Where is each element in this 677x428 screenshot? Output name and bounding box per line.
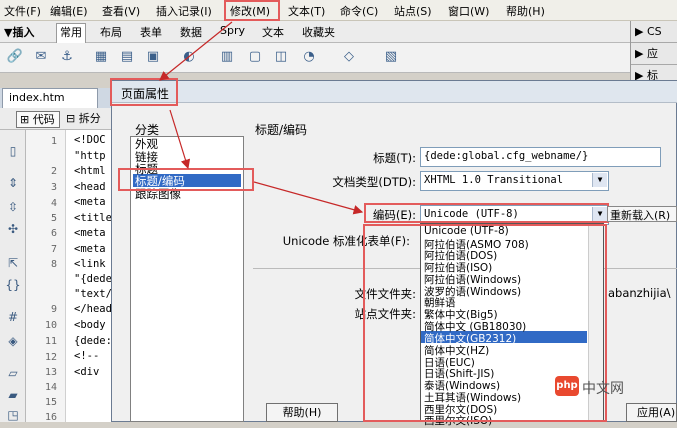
- arrow-category-to-encoding: [253, 181, 364, 215]
- arrow-dialog-to-category: [169, 109, 191, 170]
- annotation-arrows: [159, 21, 364, 215]
- arrow-modify-to-dialog: [159, 21, 233, 81]
